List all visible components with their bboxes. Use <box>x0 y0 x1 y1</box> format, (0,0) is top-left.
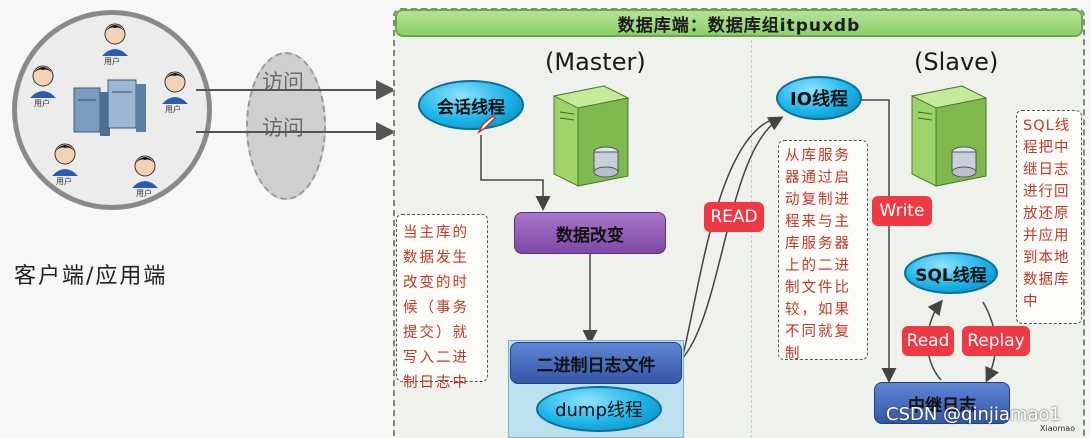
access-arrows <box>196 80 396 140</box>
sql-thread-node: SQL线程 <box>904 252 998 294</box>
watermark-small: Xiaomao <box>1040 424 1076 433</box>
pen-cursor-icon <box>477 114 497 134</box>
db-header-title: 数据库端：数据库组itpuxdb <box>617 15 861 36</box>
io-thread-label: IO线程 <box>790 89 848 110</box>
master-note: 当主库的数据发生改变的时候（事务提交）就写入二进制日志中 <box>403 225 469 391</box>
dump-thread-label: dump线程 <box>555 400 643 421</box>
io-note: 从库服务器通过启动复制进程来与主库服务器上的二进制文件比较，如果不同就复制 <box>785 148 851 362</box>
client-label: 客户端/应用端 <box>14 264 168 289</box>
user-icon <box>30 65 56 98</box>
user-icon <box>102 23 128 56</box>
read-small-tag-label: Read <box>906 331 950 351</box>
master-note-box: 当主库的数据发生改变的时候（事务提交）就写入二进制日志中 <box>396 214 488 391</box>
user-icon <box>132 155 158 188</box>
user-label: 用户 <box>104 57 120 66</box>
user-label: 用户 <box>136 189 152 198</box>
dump-thread-node: dump线程 <box>536 386 662 432</box>
user-label: 用户 <box>165 105 181 114</box>
io-thread-node: IO线程 <box>776 76 862 120</box>
watermark: CSDN @qinjiamao1 <box>886 404 1061 425</box>
replay-tag: Replay <box>962 326 1030 356</box>
user-label: 用户 <box>34 99 50 108</box>
write-tag: Write <box>872 196 932 226</box>
replay-tag-label: Replay <box>967 331 1025 351</box>
read-tag: READ <box>704 202 764 232</box>
sql-thread-label: SQL线程 <box>915 265 987 286</box>
binlog-file-node: 二进制日志文件 <box>510 342 682 384</box>
read-small-tag: Read <box>902 326 954 356</box>
write-tag-label: Write <box>879 201 925 221</box>
db-header: 数据库端：数据库组itpuxdb <box>395 9 1083 37</box>
app-server-icon <box>73 79 146 136</box>
io-note-box: 从库服务器通过启动复制进程来与主库服务器上的二进制文件比较，如果不同就复制 <box>778 140 868 362</box>
data-change-node: 数据改变 <box>514 212 666 254</box>
user-icon <box>52 143 78 176</box>
read-tag-label: READ <box>710 207 758 227</box>
user-label: 用户 <box>56 177 72 186</box>
sql-note: SQL线程把中继日志进行回放还原并应用到本地数据库中 <box>1023 118 1071 310</box>
user-icon <box>162 71 188 104</box>
sql-note-box: SQL线程把中继日志进行回放还原并应用到本地数据库中 <box>1016 110 1082 324</box>
session-thread-node: 会话线程 <box>418 80 524 130</box>
binlog-file-label: 二进制日志文件 <box>536 355 656 376</box>
data-change-label: 数据改变 <box>556 225 624 246</box>
